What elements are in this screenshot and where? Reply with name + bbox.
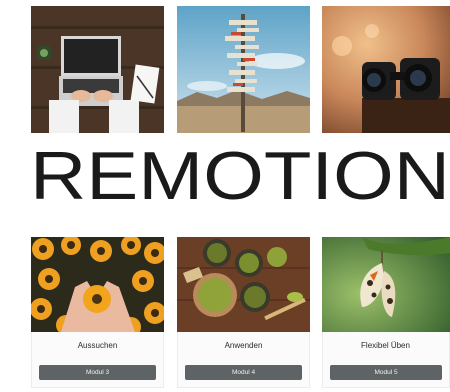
signpost-desert-photo: [177, 6, 310, 133]
remotion-logo: REMOTION: [30, 142, 450, 208]
butterfly-leaf-photo: [322, 237, 450, 332]
modul-4-button[interactable]: Modul 4: [185, 365, 302, 380]
modul-5-button[interactable]: Modul 5: [330, 365, 442, 380]
card-title-aussuchen: Aussuchen: [77, 341, 118, 350]
logo-text: REMOTION: [30, 142, 450, 208]
matcha-bowls-photo: [177, 237, 310, 332]
sunflowers-hands-photo: [31, 237, 164, 332]
laptop-desk-photo: [31, 6, 164, 133]
binoculars-photo: [322, 6, 450, 133]
modul-3-button[interactable]: Modul 3: [39, 365, 156, 380]
card-title-flexibel-ueben: Flexibel Üben: [361, 341, 410, 350]
card-title-anwenden: Anwenden: [224, 341, 263, 350]
